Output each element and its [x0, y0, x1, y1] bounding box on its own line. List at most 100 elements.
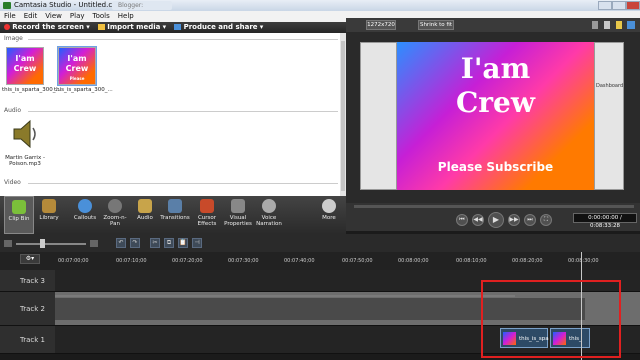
- resolution-dropdown[interactable]: 1272x720: [366, 20, 396, 30]
- visual-properties-icon: [231, 199, 245, 213]
- image-thumbnail-2[interactable]: I'am Crew Please Subscribe: [57, 46, 97, 91]
- fullscreen-button[interactable]: ⛶: [540, 214, 552, 226]
- import-media-button[interactable]: Import media ▾: [92, 22, 166, 33]
- record-screen-button[interactable]: Record the screen ▾: [0, 22, 90, 33]
- ruler-tick: 00:07:20;00: [172, 258, 203, 264]
- library-icon: [42, 199, 56, 213]
- tab-audio[interactable]: Audio: [130, 196, 160, 234]
- canvas-title-line1: I'am: [460, 52, 531, 85]
- import-icon: [97, 24, 105, 30]
- time-readout: 0:00:00:00 / 0:08:33:28: [573, 213, 637, 229]
- prev-clip-button[interactable]: ⏮: [456, 214, 468, 226]
- main-toolbar: Record the screen ▾ Import media ▾ Produ…: [0, 22, 346, 33]
- close-button[interactable]: [626, 1, 640, 10]
- cursor-icon: [200, 199, 214, 213]
- ruler-tick: 00:08:30;00: [568, 258, 599, 264]
- title-bar: Camtasia Studio - Untitled.camproj: [0, 0, 640, 11]
- audio-icon: [138, 199, 152, 213]
- audio-file-item[interactable]: [10, 117, 40, 151]
- canvas-subtitle: Please Subscribe: [437, 160, 554, 174]
- image-caption-1: this_is_sparta_300_...: [2, 87, 61, 93]
- transitions-icon: [168, 199, 182, 213]
- lightbulb-icon[interactable]: [616, 21, 622, 29]
- more-icon: [322, 199, 336, 213]
- annotation-highlight-box: [481, 280, 621, 358]
- track-3-header[interactable]: Track 3: [0, 270, 55, 292]
- detach-icon[interactable]: [627, 21, 635, 29]
- camtasia-icon: [3, 2, 11, 9]
- audio-section-label: Audio: [4, 107, 22, 114]
- video-divider: [28, 183, 338, 184]
- microphone-icon: [262, 199, 276, 213]
- rewind-button[interactable]: ◀◀: [472, 214, 484, 226]
- produce-icon: [174, 24, 182, 30]
- tab-transitions[interactable]: Transitions: [160, 196, 190, 234]
- record-icon: [4, 24, 10, 30]
- ruler-tick: 00:08:20;00: [512, 258, 543, 264]
- tab-cursor-effects[interactable]: Cursor Effects: [192, 196, 222, 234]
- split-button[interactable]: ⊣: [192, 238, 202, 248]
- ruler-tick: 00:07:00;00: [58, 258, 89, 264]
- zoom-slider[interactable]: [16, 243, 86, 245]
- cut-button[interactable]: ✂: [150, 238, 160, 248]
- paste-button[interactable]: 📋: [178, 238, 188, 248]
- ruler-tick: 00:07:10;00: [116, 258, 147, 264]
- zoom-in-icon[interactable]: [90, 240, 98, 247]
- image-caption-2: this_is_sparta_300_...: [54, 87, 113, 93]
- tab-callouts[interactable]: Callouts: [70, 196, 100, 234]
- tab-zoom-n-pan[interactable]: Zoom-n-Pan: [100, 196, 130, 234]
- menu-help[interactable]: Help: [114, 11, 138, 22]
- zoom-dropdown[interactable]: Shrink to fit: [418, 20, 454, 30]
- canvas-title-line2: Crew: [456, 86, 535, 119]
- menu-play[interactable]: Play: [66, 11, 89, 22]
- undo-button[interactable]: ↶: [116, 238, 126, 248]
- fast-forward-button[interactable]: ▶▶: [508, 214, 520, 226]
- tab-more[interactable]: More: [314, 196, 344, 234]
- callouts-icon: [78, 199, 92, 213]
- clip-bin-icon: [12, 200, 26, 214]
- tab-library[interactable]: Library: [34, 196, 64, 234]
- ruler-tick: 00:07:30;00: [228, 258, 259, 264]
- maximize-button[interactable]: [612, 1, 626, 10]
- track-1-header[interactable]: Track 1: [0, 326, 55, 354]
- background-browser-tab: Blogger: Dashboard: [112, 1, 172, 18]
- minimize-button[interactable]: [598, 1, 612, 10]
- preview-canvas[interactable]: I'am Crew Please Subscribe: [397, 42, 594, 190]
- zoom-slider-handle[interactable]: [40, 239, 45, 248]
- timeline-ruler[interactable]: [0, 252, 640, 270]
- next-clip-button[interactable]: ⏭: [524, 214, 536, 226]
- image-section-label: Image: [4, 35, 23, 42]
- tab-clip-bin[interactable]: Clip Bin: [4, 196, 34, 234]
- preview-toolbar: 1272x720 Shrink to fit: [346, 18, 640, 32]
- play-button[interactable]: ▶: [488, 212, 504, 228]
- clip-bin-panel: Image I'am Crew this_is_sparta_300_... I…: [0, 33, 346, 196]
- tab-voice-narration[interactable]: Voice Narration: [254, 196, 284, 234]
- zoom-icon: [108, 199, 122, 213]
- produce-share-button[interactable]: Produce and share ▾: [168, 22, 263, 33]
- track-2-header[interactable]: Track 2: [0, 292, 55, 326]
- tab-visual-properties[interactable]: Visual Properties: [222, 196, 254, 234]
- seek-bar[interactable]: [354, 205, 634, 208]
- copy-button[interactable]: ⧉: [164, 238, 174, 248]
- menu-view[interactable]: View: [41, 11, 66, 22]
- pan-icon[interactable]: [604, 21, 610, 29]
- image-divider: [28, 39, 338, 40]
- speaker-icon: [13, 119, 36, 149]
- menu-edit[interactable]: Edit: [20, 11, 42, 22]
- redo-button[interactable]: ↷: [130, 238, 140, 248]
- ruler-tick: 00:07:50;00: [342, 258, 373, 264]
- recorded-window-right: Dashboard: [594, 42, 624, 190]
- menu-tools[interactable]: Tools: [89, 11, 114, 22]
- timeline-toolbar: [0, 234, 640, 252]
- timeline-settings-button[interactable]: ⚙▾: [20, 254, 40, 264]
- ruler-tick: 00:08:00;00: [398, 258, 429, 264]
- menu-file[interactable]: File: [0, 11, 20, 22]
- ruler-tick: 00:07:40;00: [284, 258, 315, 264]
- zoom-out-icon[interactable]: [4, 240, 12, 247]
- video-section-label: Video: [4, 179, 21, 186]
- ruler-tick: 00:08:10;00: [456, 258, 487, 264]
- image-thumbnail-1[interactable]: I'am Crew: [6, 47, 44, 85]
- audio-divider: [28, 111, 338, 112]
- crop-icon[interactable]: [592, 21, 598, 29]
- recorded-window-left: [360, 42, 397, 190]
